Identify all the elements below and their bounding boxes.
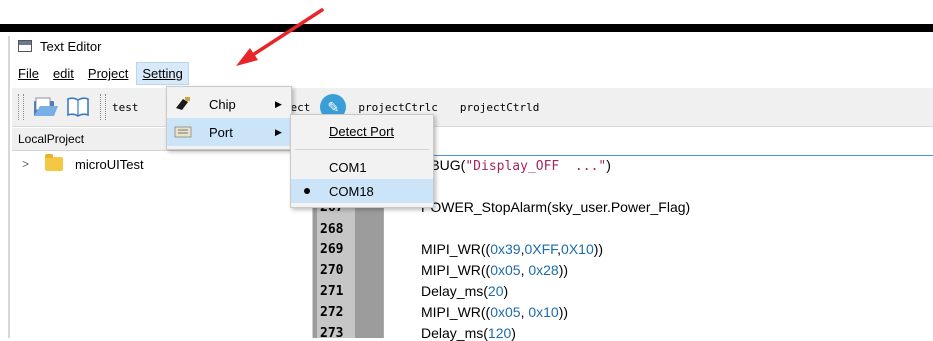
red-annotation-arrow xyxy=(236,8,324,66)
